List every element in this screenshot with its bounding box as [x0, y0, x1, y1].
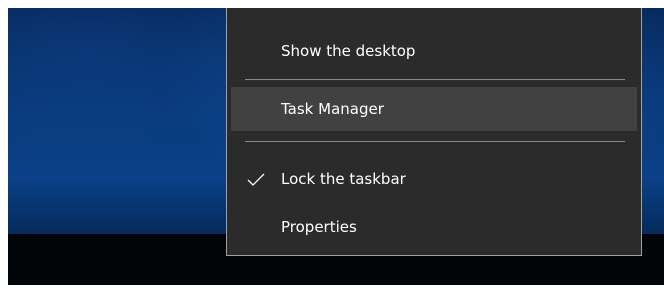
menu-item-label: Show the desktop: [281, 42, 416, 60]
menu-item-label: Lock the taskbar: [281, 170, 406, 188]
menu-item-label: Task Manager: [281, 100, 384, 118]
menu-separator: [245, 79, 625, 80]
menu-item-show-desktop[interactable]: Show the desktop: [231, 29, 637, 73]
menu-item-lock-taskbar[interactable]: Lock the taskbar: [231, 157, 637, 201]
menu-item-task-manager[interactable]: Task Manager: [231, 87, 637, 131]
menu-separator: [245, 141, 625, 142]
menu-item-label: Properties: [281, 218, 357, 236]
screen: Show the desktop Task Manager Lock the t…: [8, 8, 664, 285]
checkmark-icon: [247, 172, 265, 186]
taskbar-context-menu: Show the desktop Task Manager Lock the t…: [226, 8, 642, 256]
menu-item-properties[interactable]: Properties: [231, 205, 637, 249]
